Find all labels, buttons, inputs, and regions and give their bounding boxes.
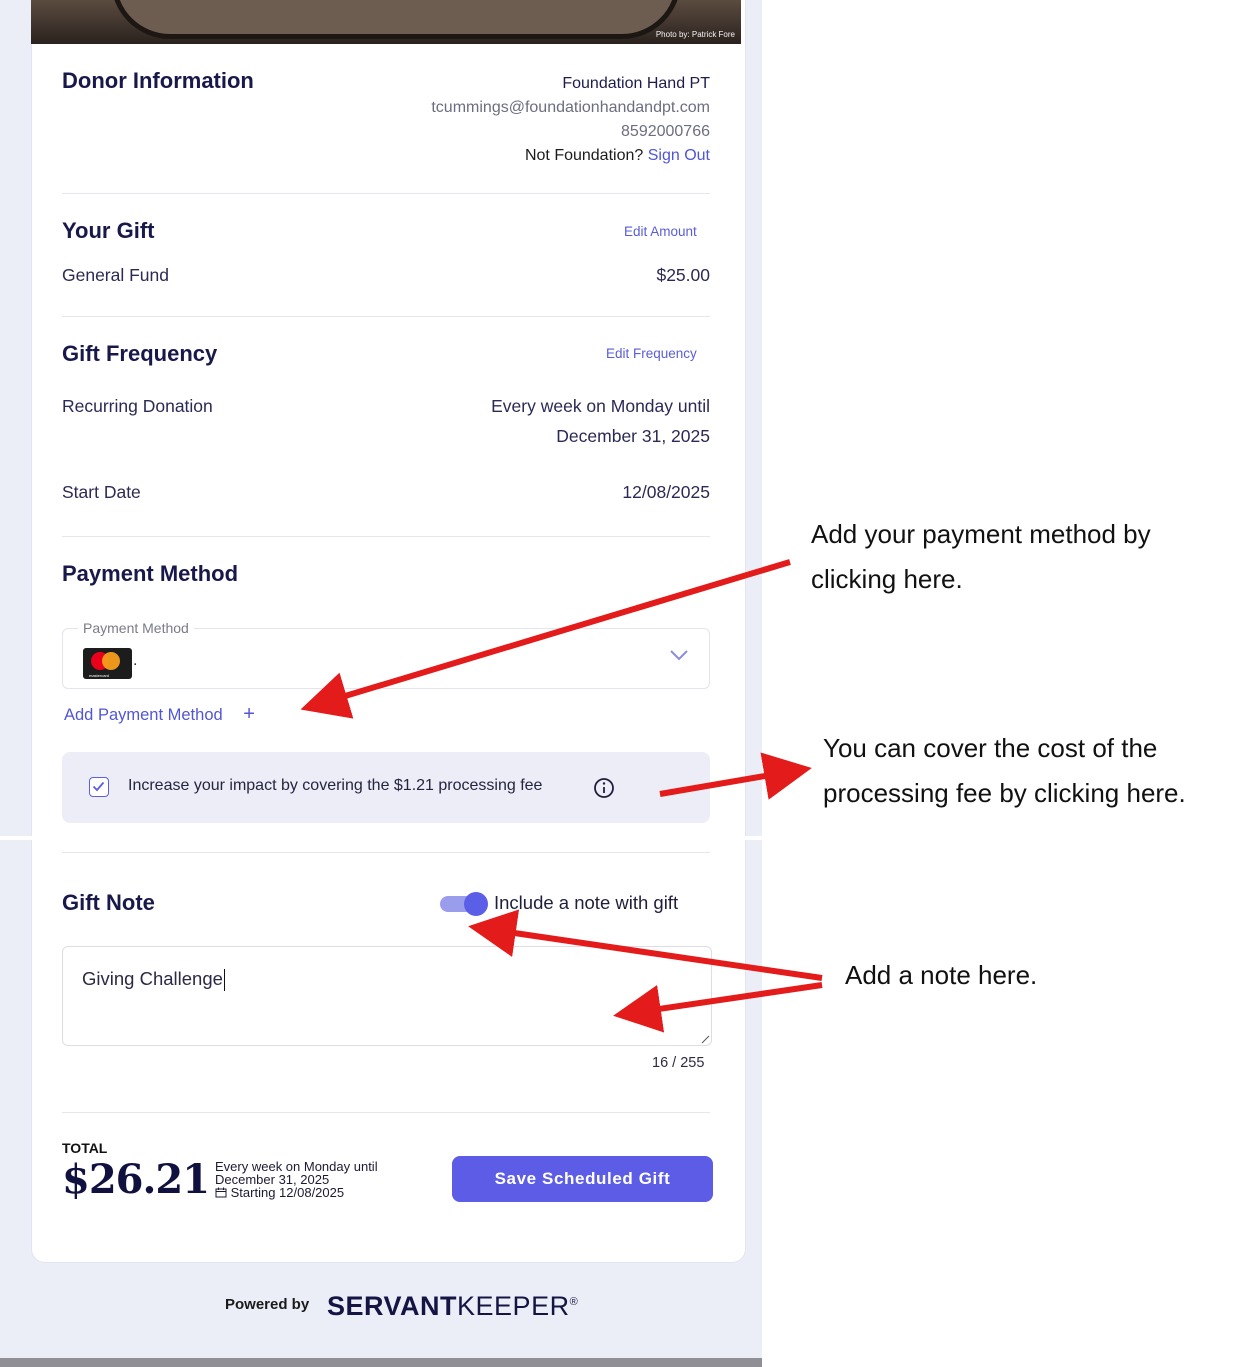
payment-method-heading: Payment Method — [62, 561, 239, 586]
donor-email: tcummings@foundationhandandpt.com — [431, 99, 710, 116]
mastercard-icon: mastercard — [83, 648, 132, 679]
edit-frequency-link[interactable]: Edit Frequency — [606, 346, 697, 361]
divider — [62, 316, 710, 317]
donor-details: Foundation Hand PT tcummings@foundationh… — [431, 72, 710, 168]
gift-amount: $25.00 — [656, 265, 710, 285]
plus-icon: + — [243, 703, 255, 725]
resize-handle-icon[interactable] — [700, 1034, 710, 1044]
fee-annotation: You can cover the cost of the processing… — [823, 733, 1186, 808]
character-counter: 16 / 255 — [652, 1055, 705, 1071]
total-label: TOTAL — [62, 1140, 108, 1156]
donor-phone: 8592000766 — [621, 123, 710, 140]
payment-annotation: Add your payment method by clicking here… — [811, 519, 1151, 594]
start-date-value: 12/08/2025 — [622, 482, 710, 502]
info-icon[interactable] — [593, 777, 615, 799]
sign-out-link[interactable]: Sign Out — [648, 147, 710, 164]
cover-fee-checkbox[interactable] — [89, 777, 109, 797]
donor-info-heading: Donor Information — [62, 68, 254, 93]
screenshot-seam — [0, 836, 762, 840]
photo-credit: Photo by: Patrick Fore — [655, 30, 735, 39]
add-payment-method-label: Add Payment Method — [64, 706, 223, 724]
calendar-icon — [215, 1187, 227, 1198]
gift-frequency-heading: Gift Frequency — [62, 341, 218, 366]
recurring-value-line1: Every week on Monday until — [491, 396, 710, 416]
check-icon — [92, 781, 105, 792]
include-note-label: Include a note with gift — [494, 892, 679, 913]
gift-fund: General Fund — [62, 265, 170, 285]
donor-name: Foundation Hand PT — [562, 75, 710, 92]
bottom-bar — [0, 1358, 762, 1367]
total-schedule: Every week on Monday until December 31, … — [215, 1160, 378, 1199]
cover-fee-label: Increase your impact by covering the $1.… — [128, 777, 543, 794]
powered-by-text: Powered by — [225, 1296, 310, 1313]
your-gift-heading: Your Gift — [62, 218, 155, 243]
total-amount: $26.21 — [62, 1156, 210, 1203]
gift-note-heading: Gift Note — [62, 890, 155, 915]
divider — [62, 193, 710, 194]
add-payment-method-link[interactable]: Add Payment Method + — [64, 703, 255, 726]
edit-amount-link[interactable]: Edit Amount — [624, 224, 697, 239]
payment-method-field-label: Payment Method — [78, 620, 194, 636]
start-date-label: Start Date — [62, 482, 141, 502]
divider — [62, 1112, 710, 1113]
book-image — [111, 0, 681, 39]
gift-note-text: Giving Challenge — [82, 968, 225, 992]
payment-method-select[interactable] — [62, 628, 710, 689]
divider — [62, 852, 710, 853]
gift-note-textarea[interactable] — [62, 946, 712, 1046]
divider — [62, 536, 710, 537]
include-note-toggle[interactable] — [440, 892, 490, 916]
header-photo: Photo by: Patrick Fore — [31, 0, 741, 44]
sign-out-line: Not Foundation? Sign Out — [431, 144, 710, 168]
note-annotation: Add a note here. — [845, 960, 1038, 990]
schedule-line3: Starting 12/08/2025 — [215, 1186, 378, 1199]
not-user-text: Not Foundation? — [524, 147, 644, 164]
recurring-label: Recurring Donation — [62, 396, 213, 416]
recurring-value-line2: December 31, 2025 — [556, 426, 710, 446]
payment-method-value: . — [133, 652, 138, 669]
servantkeeper-logo[interactable]: SERVANTKEEPER® — [327, 1291, 578, 1322]
chevron-down-icon[interactable] — [668, 648, 690, 662]
save-scheduled-gift-button[interactable]: Save Scheduled Gift — [452, 1156, 713, 1202]
